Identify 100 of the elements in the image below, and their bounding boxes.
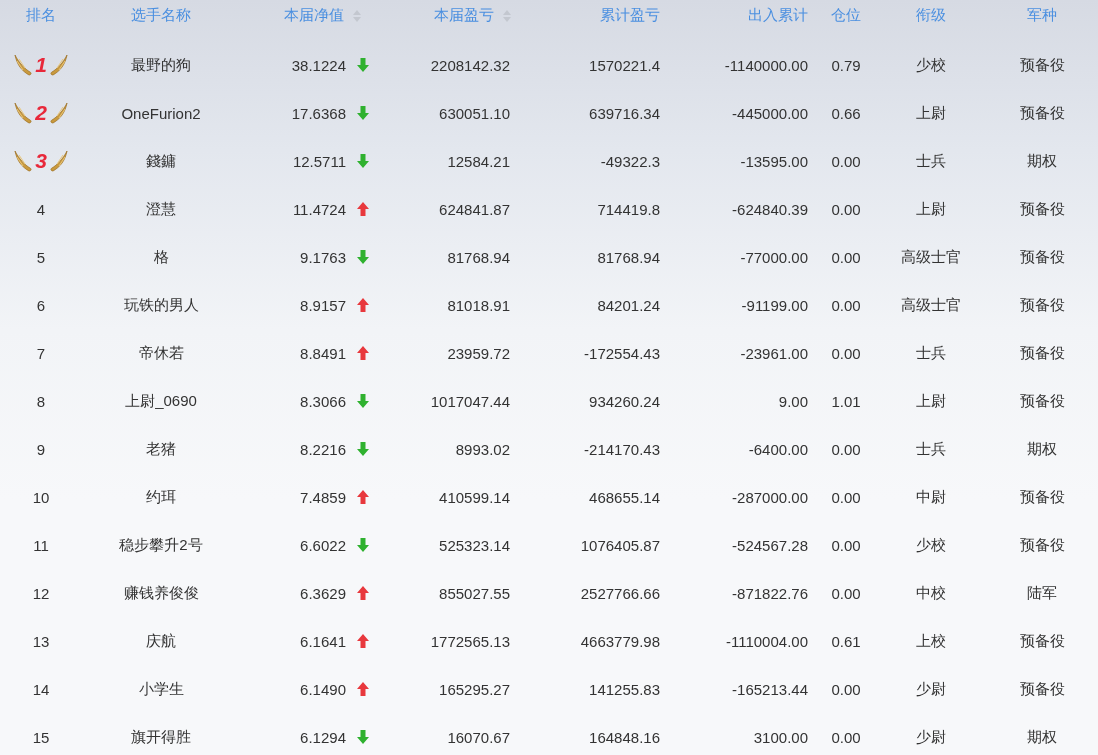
branch-cell: 预备役 — [1019, 199, 1065, 219]
position-cell: 0.79 — [831, 56, 861, 74]
rank-cell: 9 — [36, 440, 46, 458]
rank-title-cell: 中校 — [916, 583, 946, 603]
player-name-cell: 小学生 — [138, 679, 184, 699]
net-value-cell: 9.1763 — [300, 248, 346, 266]
player-name-cell: 格 — [153, 247, 169, 267]
net-value-cell: 8.3066 — [300, 392, 346, 410]
rank-title-cell: 高级士官 — [901, 247, 961, 267]
player-name-cell: 上尉_0690 — [125, 391, 197, 411]
column-header[interactable]: 本届净值 — [284, 6, 344, 25]
branch-cell: 预备役 — [1019, 103, 1065, 123]
branch-cell: 期权 — [1027, 727, 1057, 747]
player-name-cell: 约珥 — [146, 487, 176, 507]
net-value-cell: 38.1224 — [291, 56, 346, 74]
rank-cell: 13 — [32, 632, 50, 650]
profit-cell: 81018.91 — [447, 296, 510, 314]
net-value-cell: 7.4859 — [300, 488, 346, 506]
total-profit-cell: 81768.94 — [597, 248, 660, 266]
flow-cell: -23961.00 — [740, 344, 808, 362]
profit-cell: 12584.21 — [447, 152, 510, 170]
total-profit-cell: 141255.83 — [589, 680, 660, 698]
position-cell: 0.00 — [831, 728, 861, 746]
flow-cell: -91199.00 — [741, 296, 808, 314]
position-cell: 0.00 — [831, 488, 861, 506]
total-profit-cell: 164848.16 — [589, 728, 660, 746]
flow-cell: -1140000.00 — [724, 56, 808, 74]
rank-cell: 4 — [36, 200, 46, 218]
profit-cell: 630051.10 — [439, 104, 510, 122]
total-profit-cell: 1076405.87 — [580, 536, 660, 554]
column-header: 出入累计 — [748, 6, 808, 25]
profit-cell: 2208142.32 — [430, 56, 510, 74]
column-header: 军种 — [1027, 6, 1057, 25]
rank-title-cell: 高级士官 — [901, 295, 961, 315]
position-cell: 0.00 — [831, 248, 861, 266]
rank-title-cell: 士兵 — [916, 439, 946, 459]
wing-icon — [48, 101, 69, 125]
rank-title-cell: 少尉 — [916, 679, 946, 699]
flow-cell: -1110004.00 — [725, 632, 808, 650]
flow-cell: -13595.00 — [740, 152, 808, 170]
profit-cell: 624841.87 — [439, 200, 510, 218]
position-cell: 0.00 — [831, 344, 861, 362]
profit-cell: 165295.27 — [439, 680, 510, 698]
position-cell: 0.00 — [831, 200, 861, 218]
flow-cell: 3100.00 — [753, 728, 808, 746]
position-cell: 0.00 — [831, 152, 861, 170]
flow-cell: -6400.00 — [748, 440, 808, 458]
position-cell: 0.00 — [831, 584, 861, 602]
column-header[interactable]: 本届盈亏 — [434, 6, 494, 25]
profit-cell: 81768.94 — [447, 248, 510, 266]
total-profit-cell: 639716.34 — [589, 104, 660, 122]
flow-cell: 9.00 — [778, 392, 808, 410]
rank-title-cell: 士兵 — [916, 343, 946, 363]
profit-cell: 1017047.44 — [430, 392, 510, 410]
column-header: 选手名称 — [131, 6, 191, 25]
net-value-cell: 17.6368 — [291, 104, 346, 122]
flow-cell: -445000.00 — [732, 104, 808, 122]
player-name-cell: OneFurion2 — [121, 104, 201, 122]
position-cell: 0.00 — [831, 440, 861, 458]
total-profit-cell: 4663779.98 — [580, 632, 660, 650]
profit-cell: 410599.14 — [439, 488, 510, 506]
rank-cell: 14 — [32, 680, 50, 698]
net-value-cell: 12.5711 — [292, 152, 346, 170]
column-header: 累计盈亏 — [600, 6, 660, 25]
flow-cell: -165213.44 — [732, 680, 808, 698]
branch-cell: 预备役 — [1019, 343, 1065, 363]
profit-cell: 1772565.13 — [430, 632, 510, 650]
column-header: 仓位 — [831, 6, 861, 25]
position-cell: 0.00 — [831, 296, 861, 314]
column-header: 排名 — [26, 6, 56, 25]
player-name-cell: 稳步攀升2号 — [119, 535, 203, 555]
total-profit-cell: 2527766.66 — [580, 584, 660, 602]
net-value-cell: 6.6022 — [300, 536, 346, 554]
total-profit-cell: -172554.43 — [584, 344, 660, 362]
player-name-cell: 錢鏞 — [146, 151, 176, 171]
net-value-cell: 8.8491 — [300, 344, 346, 362]
player-name-cell: 庆航 — [146, 631, 176, 651]
branch-cell: 预备役 — [1019, 247, 1065, 267]
net-value-cell: 6.1294 — [300, 728, 346, 746]
branch-cell: 预备役 — [1019, 295, 1065, 315]
flow-cell: -287000.00 — [732, 488, 808, 506]
branch-cell: 期权 — [1027, 439, 1057, 459]
rank-cell: 15 — [32, 728, 50, 746]
position-cell: 0.00 — [831, 536, 861, 554]
position-cell: 1.01 — [831, 392, 861, 410]
net-value-cell: 8.9157 — [300, 296, 346, 314]
profit-cell: 525323.14 — [439, 536, 510, 554]
branch-cell: 预备役 — [1019, 391, 1065, 411]
total-profit-cell: 934260.24 — [589, 392, 660, 410]
rank-title-cell: 上尉 — [916, 103, 946, 123]
wing-icon — [13, 101, 34, 125]
rank-title-cell: 上校 — [916, 631, 946, 651]
wing-icon — [13, 53, 34, 77]
rank-title-cell: 中尉 — [916, 487, 946, 507]
net-value-cell: 6.1490 — [300, 680, 346, 698]
position-cell: 0.66 — [831, 104, 861, 122]
rank-number: 1 — [35, 53, 47, 77]
wing-icon — [13, 149, 34, 173]
profit-cell: 855027.55 — [439, 584, 510, 602]
rank-cell: 6 — [36, 296, 46, 314]
